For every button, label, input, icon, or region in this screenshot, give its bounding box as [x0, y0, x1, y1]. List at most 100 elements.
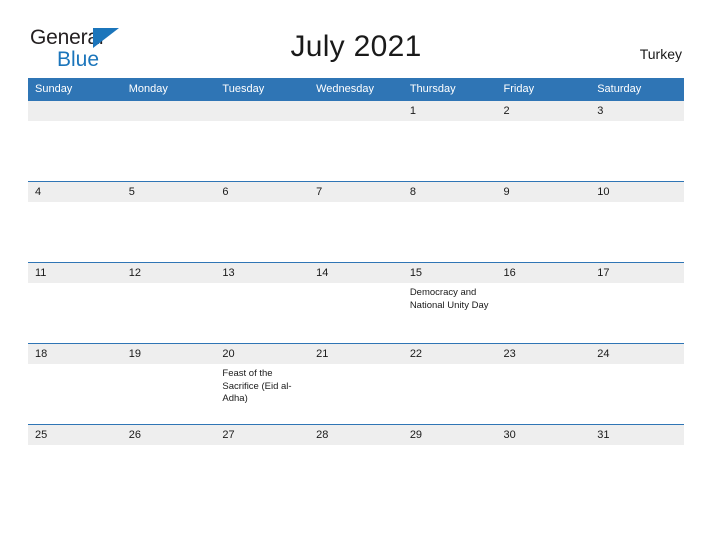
day-cell-inner: 2 [496, 100, 591, 181]
day-cell-inner: 27 [215, 424, 310, 496]
calendar-week-row: 18 19 20 Feast of the Sacrifice (Eid al-Adh… [28, 343, 684, 424]
day-cell-inner: 16 [496, 262, 591, 343]
day-number: 9 [496, 181, 591, 202]
calendar-day-cell-empty [28, 100, 122, 181]
calendar-day-cell[interactable]: 4 [28, 181, 122, 262]
calendar-day-cell[interactable]: 1 [402, 100, 497, 181]
day-number: 17 [590, 262, 684, 283]
day-cell-inner [309, 100, 403, 181]
day-number: 1 [402, 100, 497, 121]
day-cell-inner: 8 [402, 181, 497, 262]
day-number [309, 100, 403, 121]
day-cell-inner: 12 [121, 262, 216, 343]
day-number: 16 [496, 262, 591, 283]
day-number: 12 [121, 262, 216, 283]
calendar-day-cell[interactable]: 28 [309, 424, 403, 505]
calendar-day-cell[interactable]: 22 [402, 343, 497, 424]
day-number: 2 [496, 100, 591, 121]
day-number: 22 [402, 343, 497, 364]
calendar-header-row: Sunday Monday Tuesday Wednesday Thursday Frid… [28, 78, 684, 100]
day-cell-inner: 5 [121, 181, 216, 262]
calendar-day-cell[interactable]: 14 [309, 262, 403, 343]
calendar-day-cell[interactable]: 11 [28, 262, 122, 343]
day-number: 15 [402, 262, 497, 283]
day-cell-inner: 20 Feast of the Sacrifice (Eid al-Adha) [215, 343, 310, 424]
calendar-day-cell[interactable]: 24 [590, 343, 684, 424]
day-number: 10 [590, 181, 684, 202]
day-cell-inner: 7 [309, 181, 403, 262]
day-number: 27 [215, 424, 310, 445]
day-number: 30 [496, 424, 591, 445]
weekday-header-row: Sunday Monday Tuesday Wednesday Thursday Frid… [28, 78, 684, 100]
day-number [28, 100, 122, 121]
day-number: 4 [28, 181, 122, 202]
day-cell-inner: 30 [496, 424, 591, 496]
day-cell-inner: 9 [496, 181, 591, 262]
day-number: 14 [309, 262, 403, 283]
calendar-day-cell[interactable]: 25 [28, 424, 122, 505]
calendar-day-cell[interactable]: 16 [496, 262, 591, 343]
day-cell-inner [121, 100, 216, 181]
day-number: 18 [28, 343, 122, 364]
day-number: 29 [402, 424, 497, 445]
calendar-day-cell[interactable]: 5 [121, 181, 216, 262]
calendar-day-cell[interactable]: 27 [215, 424, 310, 505]
calendar-week-row: 4 5 6 7 8 9 10 [28, 181, 684, 262]
day-cell-inner: 18 [28, 343, 122, 424]
day-events: Feast of the Sacrifice (Eid al-Adha) [215, 364, 309, 406]
calendar-page: General Blue July 2021 Turkey Sunday Mond… [0, 0, 712, 550]
calendar-day-cell-empty [309, 100, 403, 181]
day-cell-inner: 15 Democracy and National Unity Day [402, 262, 497, 343]
calendar-day-cell[interactable]: 31 [590, 424, 684, 505]
weekday-header-sunday: Sunday [28, 78, 122, 100]
day-number: 20 [215, 343, 310, 364]
calendar-day-cell[interactable]: 30 [496, 424, 591, 505]
holiday-event: Democracy and National Unity Day [409, 287, 489, 311]
calendar-day-cell[interactable]: 15 Democracy and National Unity Day [402, 262, 497, 343]
day-cell-inner: 28 [309, 424, 403, 496]
calendar-day-cell[interactable]: 19 [121, 343, 216, 424]
day-events: Democracy and National Unity Day [403, 283, 497, 312]
day-number: 31 [590, 424, 684, 445]
day-number: 5 [121, 181, 216, 202]
calendar-day-cell[interactable]: 12 [121, 262, 216, 343]
day-number [121, 100, 216, 121]
calendar-day-cell[interactable]: 23 [496, 343, 591, 424]
calendar-day-cell[interactable]: 20 Feast of the Sacrifice (Eid al-Adha) [215, 343, 310, 424]
country-label: Turkey [639, 46, 682, 62]
holiday-event: Feast of the Sacrifice (Eid al-Adha) [222, 368, 292, 404]
calendar-table: Sunday Monday Tuesday Wednesday Thursday Frid… [28, 78, 684, 505]
calendar-day-cell[interactable]: 13 [215, 262, 310, 343]
calendar-week-row: 25 26 27 28 29 30 31 [28, 424, 684, 505]
calendar-day-cell[interactable]: 7 [309, 181, 403, 262]
calendar-day-cell-empty [121, 100, 216, 181]
day-cell-inner: 4 [28, 181, 122, 262]
calendar-day-cell[interactable]: 10 [590, 181, 684, 262]
day-number: 19 [121, 343, 216, 364]
day-number: 8 [402, 181, 497, 202]
calendar-day-cell[interactable]: 3 [590, 100, 684, 181]
day-number: 6 [215, 181, 310, 202]
calendar-day-cell[interactable]: 17 [590, 262, 684, 343]
weekday-header-wednesday: Wednesday [309, 78, 403, 100]
day-cell-inner: 31 [590, 424, 684, 496]
calendar-body: 1 2 3 4 5 6 7 8 9 10 11 12 13 14 15 Democracy and Natio… [28, 100, 684, 505]
calendar-day-cell[interactable]: 8 [402, 181, 497, 262]
day-number: 26 [121, 424, 216, 445]
calendar-day-cell[interactable]: 26 [121, 424, 216, 505]
calendar-day-cell[interactable]: 29 [402, 424, 497, 505]
calendar-day-cell[interactable]: 6 [215, 181, 310, 262]
calendar-day-cell[interactable]: 2 [496, 100, 591, 181]
page-title: July 2021 [290, 30, 422, 63]
calendar-day-cell[interactable]: 21 [309, 343, 403, 424]
calendar-day-cell[interactable]: 9 [496, 181, 591, 262]
day-cell-inner: 25 [28, 424, 122, 496]
day-cell-inner: 19 [121, 343, 216, 424]
day-number: 21 [309, 343, 403, 364]
calendar-week-row: 11 12 13 14 15 Democracy and National Unity D… [28, 262, 684, 343]
page-header: General Blue July 2021 Turkey [0, 0, 712, 75]
day-cell-inner [215, 100, 310, 181]
calendar-day-cell[interactable]: 18 [28, 343, 122, 424]
day-cell-inner: 3 [590, 100, 684, 181]
weekday-header-friday: Friday [496, 78, 591, 100]
